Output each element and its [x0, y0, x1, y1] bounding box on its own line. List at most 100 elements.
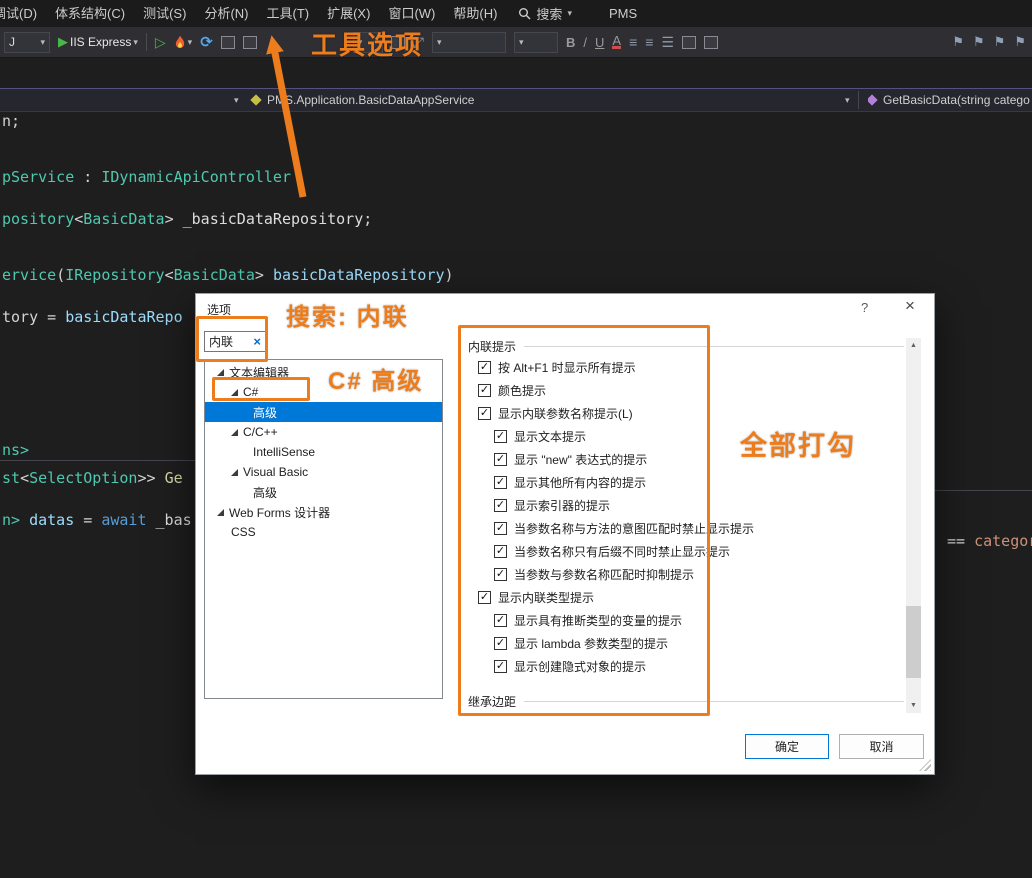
options-tree[interactable]: 文本编辑器C#高级C/C++IntelliSenseVisual Basic高级… [204, 359, 443, 699]
link-icon[interactable] [682, 36, 696, 49]
navbar-divider [858, 91, 859, 109]
scroll-down-icon[interactable]: ▼ [906, 698, 921, 713]
font-combo[interactable]: ▾ [432, 32, 506, 53]
tree-item-label: Web Forms 设计器 [229, 504, 330, 521]
chevron-down-icon: ▾ [40, 38, 45, 47]
type-dropdown-value: PMS.Application.BasicDataAppService [267, 93, 474, 107]
scroll-up-icon[interactable]: ▲ [906, 338, 921, 353]
menu-help[interactable]: 帮助(H) [444, 0, 506, 27]
resize-grip[interactable] [919, 759, 931, 771]
menu-window[interactable]: 窗口(W) [379, 0, 444, 27]
code-line-1: pService : IDynamicApiController [2, 168, 291, 186]
editor-splitter[interactable] [935, 490, 1032, 491]
document-icon[interactable] [221, 36, 235, 49]
bookmark-clear-button[interactable]: ⚑ [1014, 34, 1026, 50]
chevron-down-icon: ▾ [133, 38, 138, 47]
list-icon[interactable]: ☰ [661, 34, 674, 51]
method-icon [868, 94, 878, 105]
menu-debug[interactable]: 调试(D) [0, 0, 46, 27]
underline-button[interactable]: U [595, 35, 604, 50]
align-left-icon[interactable]: ≡ [629, 34, 637, 50]
tree-item-5[interactable]: Visual Basic [205, 462, 442, 482]
flame-icon [174, 35, 186, 50]
chevron-down-icon: ▾ [437, 38, 442, 47]
ok-button[interactable]: 确定 [745, 734, 829, 759]
expander-icon[interactable] [217, 509, 224, 516]
chevron-down-icon: ▾ [845, 96, 850, 105]
chevron-down-icon: ▾ [234, 96, 239, 105]
help-button[interactable]: ? [861, 300, 868, 315]
restart-button[interactable]: ⟳ [200, 33, 213, 51]
cancel-button[interactable]: 取消 [839, 734, 924, 759]
window-icon[interactable] [243, 36, 257, 49]
tree-item-label: Visual Basic [243, 465, 308, 479]
member-dropdown[interactable]: GetBasicData(string catego [868, 89, 1032, 111]
expander-icon[interactable] [217, 369, 224, 376]
editor-splitter[interactable] [0, 460, 195, 461]
annotation-box-csharp [212, 377, 310, 401]
menu-bar: 调试(D) 体系结构(C) 测试(S) 分析(N) 工具(T) 扩展(X) 窗口… [0, 0, 1032, 27]
member-dropdown-value: GetBasicData(string catego [883, 93, 1030, 107]
annotation-csharp-advanced-label: C# 高级 [328, 361, 423, 396]
italic-button[interactable]: / [583, 35, 587, 50]
annotation-box-checkboxes [458, 325, 710, 716]
menu-extensions[interactable]: 扩展(X) [318, 0, 379, 27]
annotation-check-all-label: 全部打勾 [740, 424, 856, 463]
menu-tools[interactable]: 工具(T) [257, 0, 318, 27]
start-without-debug-button[interactable]: ▷ [155, 34, 166, 51]
type-dropdown[interactable]: PMS.Application.BasicDataAppService [252, 89, 474, 111]
chevron-down-icon: ▾ [188, 38, 193, 47]
tree-item-2[interactable]: 高级 [205, 402, 442, 422]
toolbar-separator [146, 33, 147, 51]
tree-item-label: CSS [231, 525, 256, 539]
class-icon [250, 94, 261, 105]
tree-item-label: 高级 [253, 484, 277, 501]
tree-item-6[interactable]: 高级 [205, 482, 442, 502]
close-icon[interactable]: × [905, 296, 915, 316]
align-center-icon[interactable]: ≡ [645, 34, 653, 50]
code-line-3: ervice(IRepository<BasicData> basicDataR… [2, 266, 454, 284]
annotation-box-search [196, 316, 268, 362]
size-combo[interactable]: ▾ [514, 32, 558, 53]
tree-item-label: C/C++ [243, 425, 278, 439]
hot-reload-button[interactable]: ▾ [174, 35, 193, 50]
bookmark-toggle-button[interactable]: ⚑ [952, 34, 964, 50]
settings-scrollbar[interactable]: ▲ ▼ [906, 338, 921, 713]
bold-button[interactable]: B [566, 35, 575, 50]
bookmark-toolbar: ⚑ ⚑ ⚑ ⚑ [952, 34, 1028, 50]
tree-item-8[interactable]: CSS [205, 522, 442, 542]
chevron-down-icon: ▾ [567, 9, 572, 18]
tree-item-4[interactable]: IntelliSense [205, 442, 442, 462]
bookmark-next-button[interactable]: ⚑ [994, 34, 1006, 50]
code-line-6: st<SelectOption>> Ge [2, 469, 183, 487]
menu-pms[interactable]: PMS [600, 0, 646, 27]
debug-target-combo[interactable]: J ▾ [4, 32, 50, 53]
scrollbar-thumb[interactable] [906, 606, 921, 678]
bookmark-prev-button[interactable]: ⚑ [973, 34, 985, 50]
menu-search[interactable]: 搜索 ▾ [506, 4, 584, 23]
menu-test[interactable]: 测试(S) [134, 0, 195, 27]
code-line-7: n> datas = await _bas [2, 511, 192, 529]
code-line-4: tory = basicDataRepo [2, 308, 183, 326]
run-profile-label: IIS Express [70, 35, 131, 49]
project-dropdown-button[interactable]: ▾ [234, 89, 239, 111]
menu-search-label: 搜索 [536, 4, 562, 23]
expander-icon[interactable] [231, 429, 238, 436]
search-icon [518, 7, 531, 20]
picture-icon[interactable] [704, 36, 718, 49]
navigation-bar: ▾ PMS.Application.BasicDataAppService ▾ … [0, 88, 1032, 112]
tree-item-3[interactable]: C/C++ [205, 422, 442, 442]
code-line-2: pository<BasicData> _basicDataRepository… [2, 210, 372, 228]
tree-item-7[interactable]: Web Forms 设计器 [205, 502, 442, 522]
tree-item-label: 高级 [253, 404, 277, 421]
start-debug-button[interactable]: ▶ IIS Express ▾ [58, 34, 138, 50]
toolbar: J ▾ ▶ IIS Express ▾ ▷ ▾ ⟳ ▾ ⤢ ▾ ▾ B / U … [0, 27, 1032, 58]
code-line-5: ns> [2, 441, 29, 459]
menu-analyze[interactable]: 分析(N) [195, 0, 257, 27]
menu-architecture[interactable]: 体系结构(C) [46, 0, 134, 27]
text-color-button[interactable]: A [612, 35, 621, 49]
code-line-0: n; [2, 112, 20, 130]
type-dropdown-caret[interactable]: ▾ [845, 89, 850, 111]
debug-target-value: J [9, 35, 15, 49]
expander-icon[interactable] [231, 469, 238, 476]
